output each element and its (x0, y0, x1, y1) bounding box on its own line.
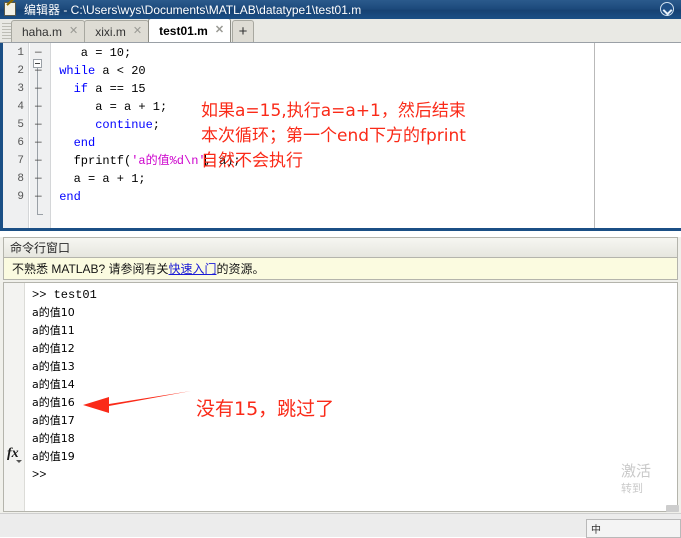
breakpoint-marker[interactable]: — (35, 191, 42, 204)
command-prompt[interactable]: >> (32, 468, 46, 482)
code-line[interactable]: end (59, 191, 81, 204)
command-window-banner: 不熟悉 MATLAB? 请参阅有关 快速入门 的资源。 (3, 257, 678, 280)
tab-strip-grip-handle[interactable] (2, 23, 11, 41)
close-icon[interactable]: ✕ (69, 26, 78, 37)
command-output-line: a的值13 (32, 360, 75, 373)
ime-indicator[interactable]: 中 (586, 519, 681, 538)
tab-test01-m[interactable]: test01.m ✕ (148, 19, 232, 42)
command-output-line: a的值14 (32, 378, 75, 391)
code-text: a == 15 (88, 82, 146, 96)
command-output-line: a的值17 (32, 414, 75, 427)
breakpoint-marker[interactable]: — (35, 155, 42, 168)
code-keyword: if (73, 82, 88, 96)
line-number: 5 (17, 119, 24, 131)
code-text: a < 20 (95, 64, 146, 78)
code-text: fprintf( (73, 154, 132, 168)
line-number: 9 (17, 191, 24, 203)
tab-label: haha.m (22, 24, 63, 39)
line-number: 7 (17, 155, 24, 167)
breakpoint-gutter[interactable]: — — — — — — — — — (30, 43, 51, 228)
circle-chevron-down-icon (660, 2, 674, 16)
banner-suffix-text: 的资源。 (216, 262, 265, 276)
code-string: 'a的值%d\n' (131, 154, 206, 168)
code-keyword: continue (95, 118, 153, 132)
tab-xixi-m[interactable]: xixi.m ✕ (84, 20, 150, 42)
command-output-line: a的值10 (32, 306, 75, 319)
code-text: a = 10; (80, 46, 132, 60)
editor-notepad-pencil-icon (3, 0, 19, 17)
new-tab-button[interactable]: + (232, 20, 255, 42)
command-window-red-annotation: 没有15，跳过了 (196, 398, 335, 420)
code-text: a = a + 1; (95, 100, 168, 114)
code-line[interactable]: while a < 20 (59, 65, 145, 78)
tab-haha-m[interactable]: haha.m ✕ (11, 20, 86, 42)
command-output-line: a的值16 (32, 396, 75, 409)
line-number: 8 (17, 173, 24, 185)
breakpoint-marker[interactable]: — (35, 101, 42, 114)
command-output-line: a的值11 (32, 324, 75, 337)
editor-red-annotation: 如果a=15,执行a=a+1，然后结束 本次循环；第一个end下方的fprint… (201, 101, 466, 171)
tab-label: test01.m (159, 23, 208, 38)
code-line[interactable]: a = a + 1; (95, 101, 167, 114)
titlebar-dropdown-button[interactable] (660, 2, 675, 17)
code-line[interactable]: end (74, 137, 96, 150)
banner-prefix-text: 不熟悉 MATLAB? 请参阅有关 (12, 262, 169, 276)
breakpoint-marker[interactable]: — (35, 65, 42, 78)
code-line[interactable]: if a == 15 (74, 83, 146, 96)
command-window-output[interactable]: fx >> test01 a的值10 a的值11 a的值12 a的值13 a的值14 a的值… (3, 282, 678, 512)
code-keyword: while (59, 64, 96, 78)
command-window-pane: 命令行窗口 不熟悉 MATLAB? 请参阅有关 快速入门 的资源。 fx >> te… (0, 237, 681, 513)
code-line[interactable]: a = a + 1; (74, 173, 146, 186)
tab-label: xixi.m (95, 24, 126, 39)
code-keyword: end (59, 190, 81, 204)
command-window-title: 命令行窗口 (3, 237, 678, 257)
breakpoint-marker[interactable]: — (35, 173, 42, 186)
line-number: 2 (17, 65, 24, 77)
window-title-text: 编辑器 - C:\Users\wys\Documents\MATLAB\data… (24, 3, 362, 17)
code-line[interactable]: a = 10; (81, 47, 131, 60)
close-icon[interactable]: ✕ (133, 26, 142, 37)
getting-started-link[interactable]: 快速入门 (168, 260, 216, 277)
command-output-line: a的值19 (32, 450, 75, 463)
close-icon[interactable]: ✕ (215, 25, 224, 36)
code-text: ; (152, 118, 160, 132)
line-number-gutter: 1 2 3 4 5 6 7 8 9 (3, 43, 29, 228)
scrollbar-nub[interactable] (666, 505, 679, 512)
line-number: 3 (17, 83, 24, 95)
command-window-gutter (4, 283, 25, 511)
command-output-line: a的值18 (32, 432, 75, 445)
code-fold-end-marker (37, 214, 43, 215)
breakpoint-marker[interactable]: — (35, 83, 42, 96)
line-number: 6 (17, 137, 24, 149)
bottom-strip: 中 (0, 513, 681, 538)
window-title-bar: 编辑器 - C:\Users\wys\Documents\MATLAB\data… (0, 0, 681, 19)
line-number: 1 (17, 47, 24, 59)
code-text: a = a + 1; (73, 172, 146, 186)
editor-tab-strip: haha.m ✕ xixi.m ✕ test01.m ✕ + (0, 19, 681, 43)
command-output-line: a的值12 (32, 342, 75, 355)
code-keyword: end (73, 136, 96, 150)
command-input-line: >> test01 (32, 288, 97, 302)
code-line[interactable]: continue; (95, 119, 160, 132)
breakpoint-marker[interactable]: — (35, 47, 42, 60)
column-guide-line (594, 43, 595, 228)
breakpoint-marker[interactable]: — (35, 137, 42, 150)
line-number: 4 (17, 101, 24, 113)
breakpoint-marker[interactable]: — (35, 119, 42, 132)
fx-function-icon[interactable]: fx (7, 446, 22, 463)
code-editor-pane[interactable]: 1 2 3 4 5 6 7 8 9 — — — — — — — — — a = 10; while a < 20 i… (0, 43, 681, 231)
